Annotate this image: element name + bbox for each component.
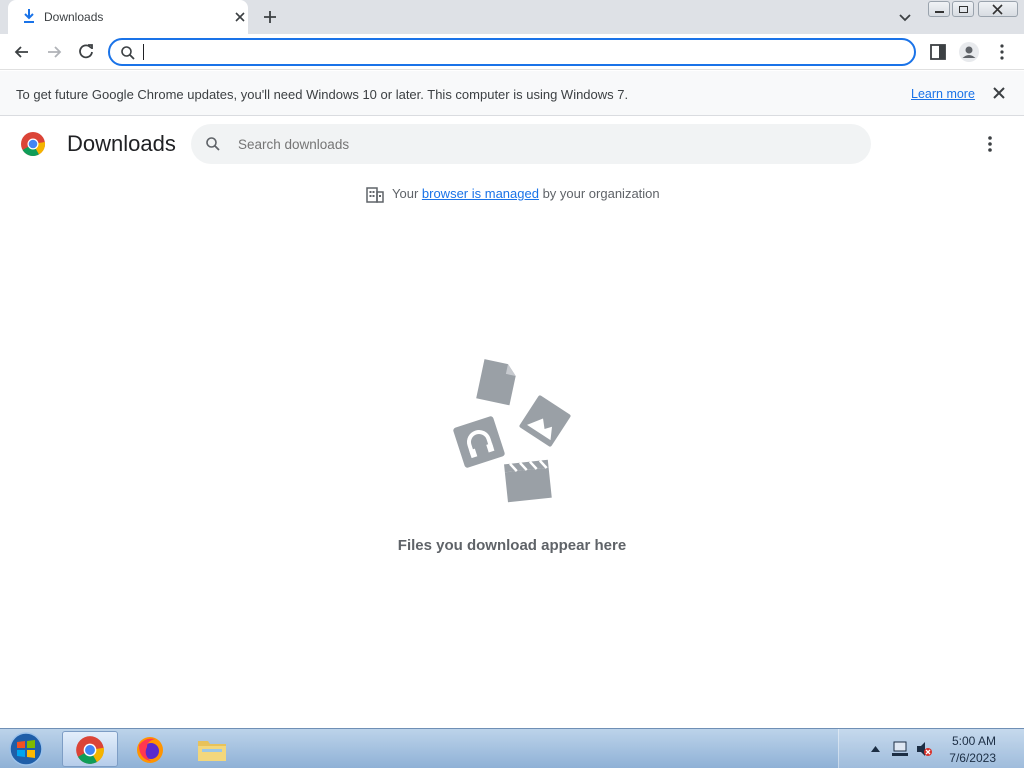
close-icon[interactable] [232,9,248,25]
page-title: Downloads [67,131,176,156]
volume-muted-icon[interactable] [915,740,933,758]
empty-state-message: Files you download appear here [397,537,627,554]
chrome-logo-icon [21,132,46,157]
profile-icon[interactable] [958,41,980,63]
tab-title: Downloads [44,10,104,24]
video-icon [504,459,552,503]
system-tray: 5:00 AM 7/6/2023 [838,729,1024,769]
kebab-menu-icon[interactable] [996,43,1008,61]
search-icon [206,137,220,151]
image-icon [519,395,571,447]
chrome-logo-icon [76,736,104,764]
chevron-up-icon[interactable] [871,745,880,752]
taskbar-explorer-button[interactable] [184,731,240,767]
tab-downloads[interactable]: Downloads [8,0,248,34]
reload-icon[interactable] [76,42,96,62]
managed-prefix: Your [392,186,422,201]
taskbar-chrome-button[interactable] [62,731,118,767]
search-downloads-input[interactable] [236,134,836,154]
clock-date[interactable]: 7/6/2023 [949,751,996,765]
minimize-icon [935,11,944,13]
search-downloads-box[interactable] [191,124,871,164]
search-icon [121,46,135,60]
restore-button[interactable] [952,1,974,17]
infobar-message: To get future Google Chrome updates, you… [16,87,629,102]
address-input[interactable] [142,42,882,62]
network-icon[interactable] [891,740,909,758]
windows-start-icon[interactable] [6,732,46,766]
minimize-button[interactable] [928,1,950,17]
kebab-menu-icon[interactable] [982,134,998,154]
close-icon[interactable] [992,86,1006,100]
back-icon[interactable] [12,42,32,62]
address-bar[interactable] [108,38,916,66]
browser-managed-link[interactable]: browser is managed [422,186,539,201]
close-icon [992,4,1003,15]
managed-suffix: by your organization [538,186,660,201]
document-icon [476,359,516,406]
plus-icon[interactable] [262,9,278,25]
side-panel-icon[interactable] [929,43,947,61]
taskbar-firefox-button[interactable] [122,731,178,767]
empty-downloads-illustration [453,359,571,503]
forward-icon[interactable] [44,42,64,62]
window-close-button[interactable] [978,1,1018,17]
download-icon [24,9,34,23]
firefox-icon [137,737,163,763]
chevron-down-icon[interactable] [897,9,913,25]
learn-more-link[interactable]: Learn more [911,87,975,101]
windows-taskbar: 5:00 AM 7/6/2023 [0,728,1024,769]
building-icon [366,187,384,203]
file-explorer-icon [198,741,226,761]
update-infobar: To get future Google Chrome updates, you… [0,71,1024,116]
tab-strip: Downloads [0,0,1024,34]
clock-time[interactable]: 5:00 AM [952,734,996,748]
restore-icon [959,6,968,13]
text-caret [143,44,144,60]
browser-toolbar [0,34,1024,70]
managed-notice: Your browser is managed by your organiza… [392,186,660,201]
audio-icon [453,416,505,468]
